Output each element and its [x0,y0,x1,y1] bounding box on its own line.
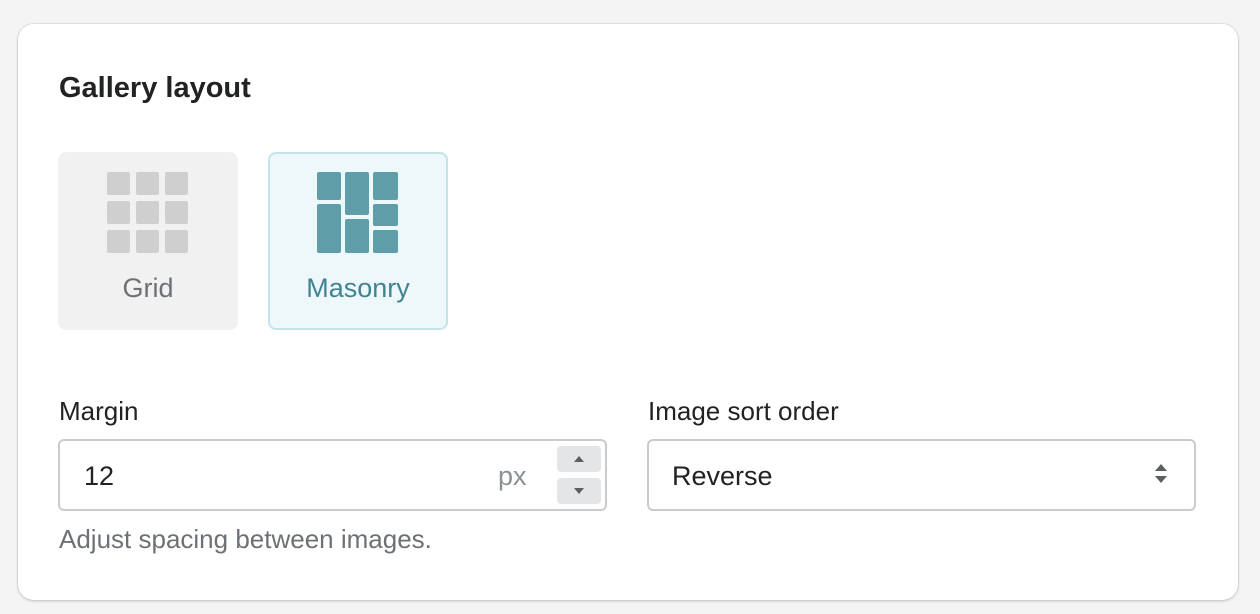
layout-option-label: Grid [122,273,174,303]
increment-button[interactable] [557,446,601,472]
masonry-icon [317,172,398,253]
margin-suffix: px [498,461,527,491]
margin-input[interactable]: 12 px [58,439,607,511]
caret-down-icon [574,488,584,494]
sort-order-label: Image sort order [648,396,839,426]
decrement-button[interactable] [557,478,601,504]
grid-icon [107,172,188,253]
sort-order-select[interactable]: Reverse [647,439,1196,511]
layout-option-grid[interactable]: Grid [58,152,238,330]
gallery-settings-card: Gallery layout Grid Masonry Margin 12 px… [18,24,1238,600]
margin-help-text: Adjust spacing between images. [59,524,432,554]
margin-value[interactable]: 12 [84,461,114,492]
layout-option-label: Masonry [306,273,410,303]
layout-option-masonry[interactable]: Masonry [268,152,448,330]
select-arrows-icon [1155,464,1167,483]
caret-up-icon [574,456,584,462]
margin-label: Margin [59,396,139,426]
sort-order-value: Reverse [672,461,773,491]
section-title: Gallery layout [59,72,251,104]
